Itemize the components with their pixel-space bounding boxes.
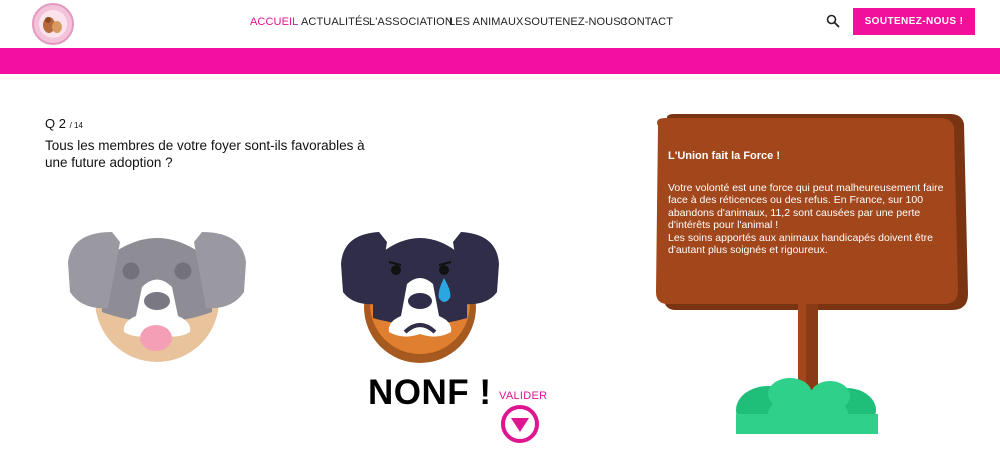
question-total: / 14 (69, 121, 83, 130)
question-number: Q 2 (45, 116, 66, 131)
sign-body: Votre volonté est une force qui peut mal… (668, 181, 944, 257)
question-text: Tous les membres de votre foyer sont-ils… (45, 138, 365, 170)
happy-dog-icon[interactable] (62, 222, 252, 368)
nav-animaux[interactable]: LES ANIMAUX (449, 16, 523, 28)
sad-dog-icon[interactable] (337, 222, 503, 368)
validate-label: VALIDER (499, 390, 548, 402)
site-header: ACCUEIL ACTUALITÉS L'ASSOCIATION LES ANI… (0, 0, 1000, 48)
support-button[interactable]: SOUTENEZ-NOUS ! (853, 8, 975, 35)
nav-actualites[interactable]: ACTUALITÉS (301, 16, 370, 28)
search-icon[interactable] (826, 14, 840, 28)
nav-soutenez[interactable]: SOUTENEZ-NOUS ! (524, 16, 627, 28)
selected-answer-label: NONF ! (368, 373, 492, 412)
down-arrow-circle-icon[interactable] (500, 404, 540, 444)
sign-title: L'Union fait la Force ! (668, 150, 781, 162)
nav-accueil[interactable]: ACCUEIL (250, 16, 298, 28)
nav-association[interactable]: L'ASSOCIATION (369, 16, 453, 28)
accent-band (0, 48, 1000, 74)
nav-contact[interactable]: CONTACT (620, 16, 673, 28)
main-nav: ACCUEIL ACTUALITÉS L'ASSOCIATION LES ANI… (0, 16, 1000, 32)
sign-content: L'Union fait la Force ! Votre volonté es… (668, 150, 958, 257)
question-counter: Q 2 / 14 (45, 116, 83, 131)
